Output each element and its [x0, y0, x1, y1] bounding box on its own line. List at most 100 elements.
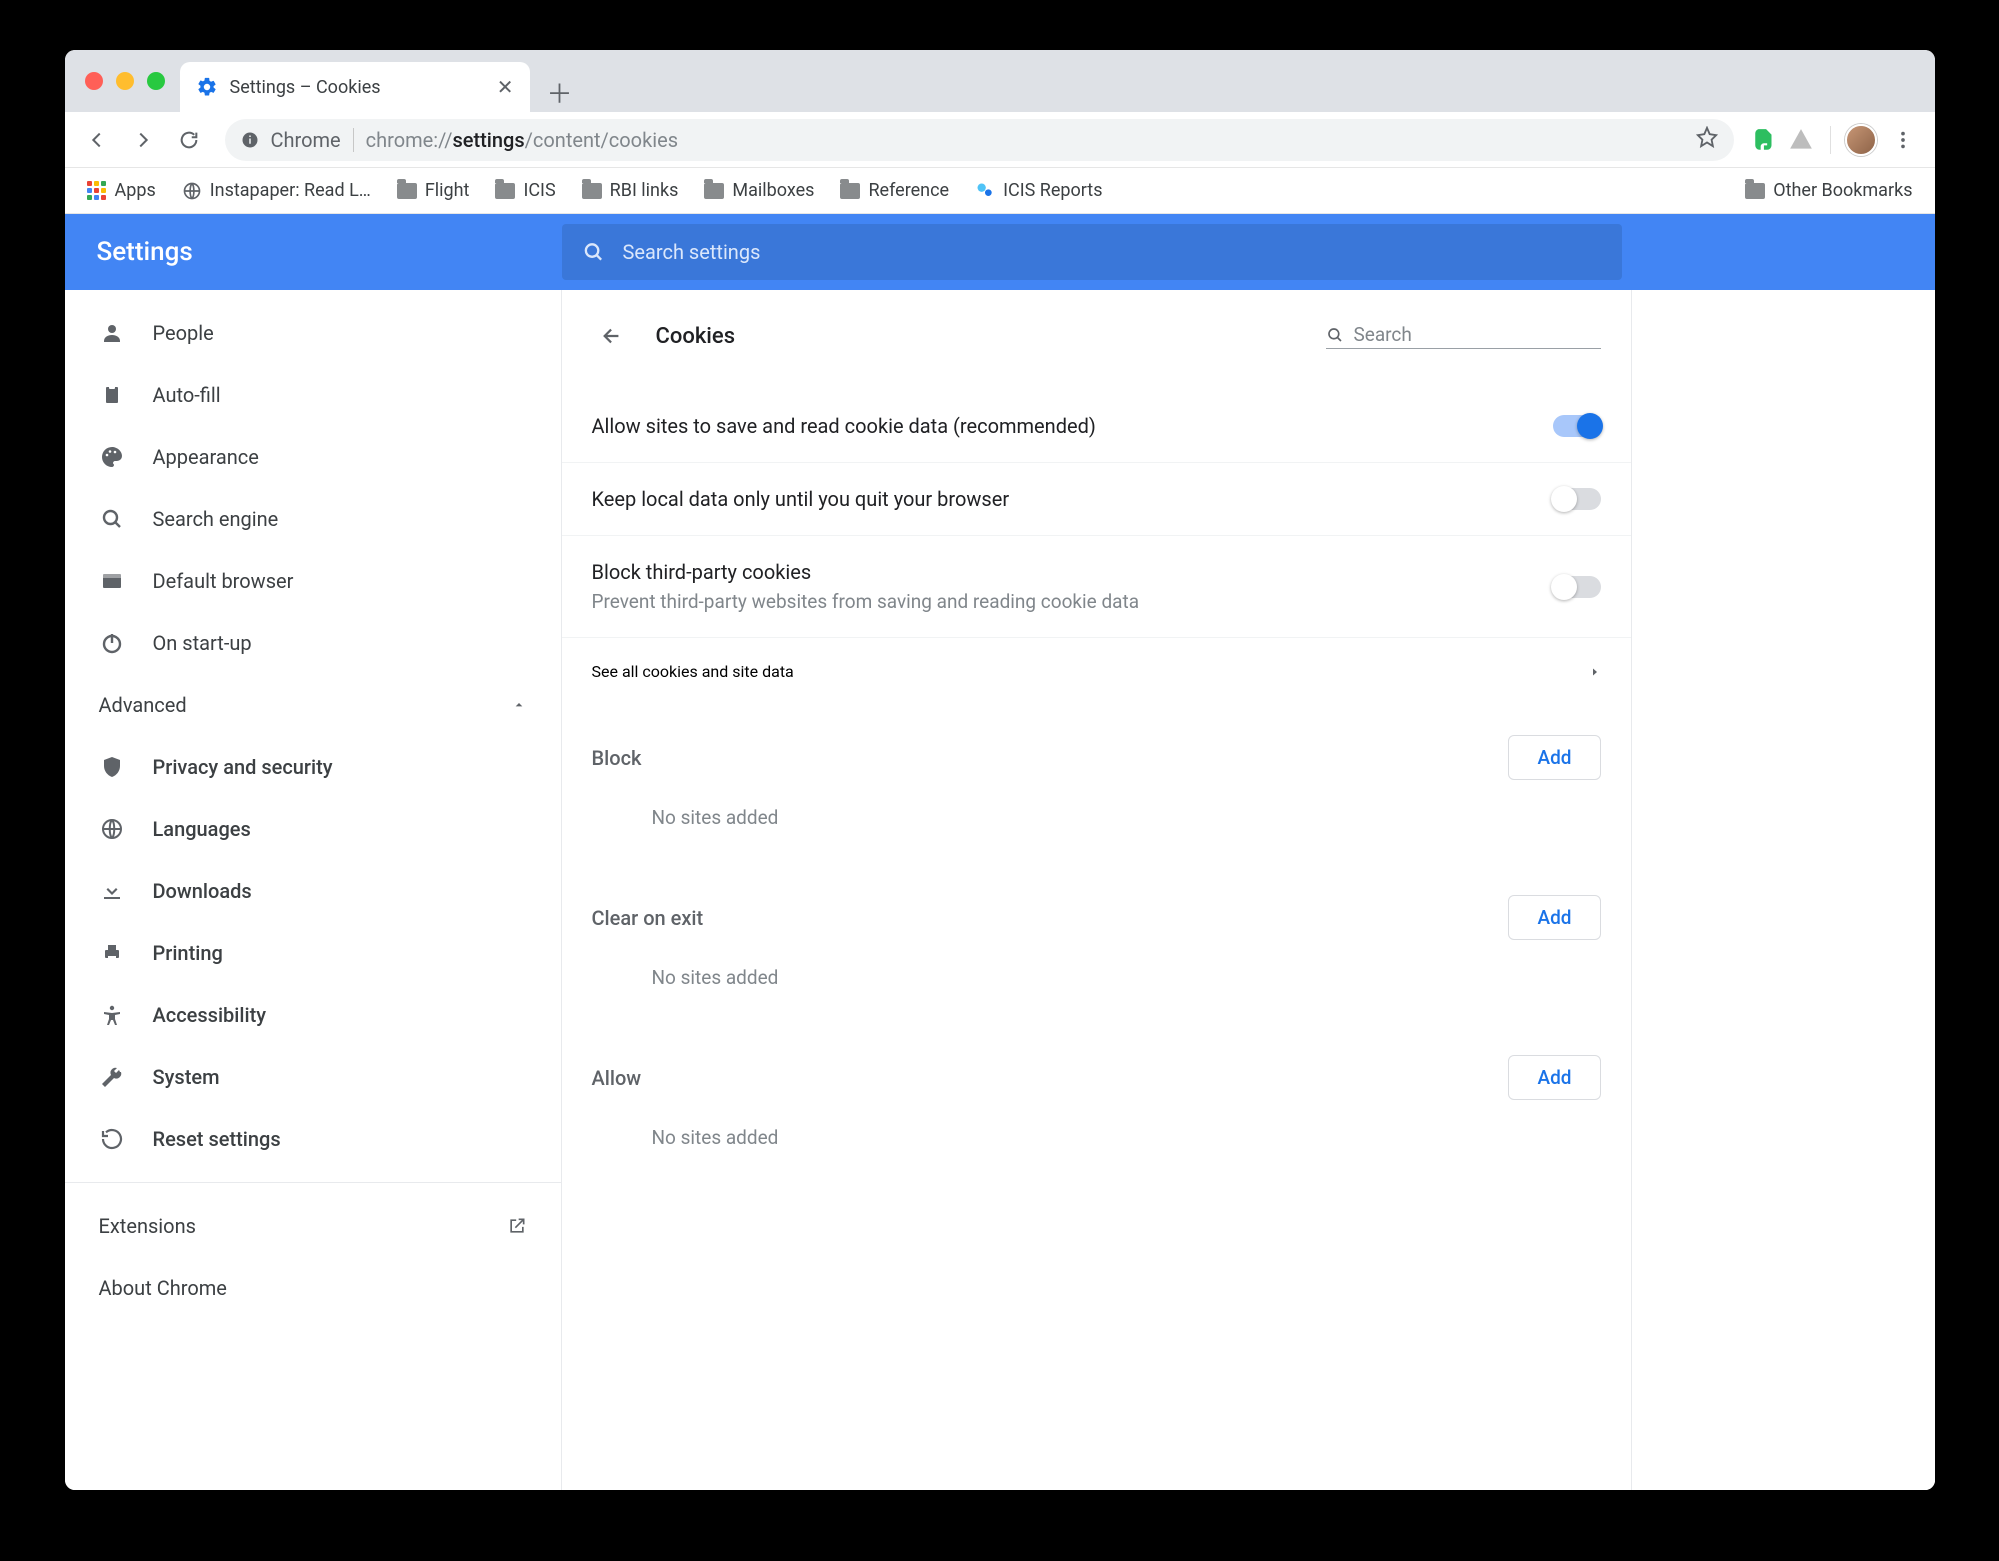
sidebar-extensions[interactable]: Extensions [65, 1195, 561, 1257]
drive-extension-icon[interactable] [1786, 125, 1816, 155]
reload-button[interactable] [169, 120, 209, 160]
sidebar-item-default-browser[interactable]: Default browser [65, 550, 561, 612]
accessibility-icon [99, 1003, 125, 1027]
folder-icon [495, 183, 515, 199]
content-header: Cookies [562, 290, 1631, 374]
printer-icon [99, 941, 125, 965]
folder-icon [582, 183, 602, 199]
sidebar-advanced-toggle[interactable]: Advanced [65, 674, 561, 736]
close-window-button[interactable] [85, 72, 103, 90]
download-icon [99, 879, 125, 903]
fullscreen-window-button[interactable] [147, 72, 165, 90]
sidebar-item-autofill[interactable]: Auto-fill [65, 364, 561, 426]
add-block-button[interactable]: Add [1508, 735, 1600, 780]
bookmark-label: ICIS Reports [1003, 180, 1102, 201]
sidebar-item-label: Auto-fill [153, 383, 221, 407]
tab-title: Settings – Cookies [230, 77, 381, 98]
row-label: Keep local data only until you quit your… [592, 487, 1010, 511]
sidebar-item-label: Extensions [99, 1214, 196, 1238]
sidebar-about-chrome[interactable]: About Chrome [65, 1257, 561, 1319]
sidebar-item-appearance[interactable]: Appearance [65, 426, 561, 488]
close-tab-icon[interactable]: ✕ [497, 75, 514, 99]
settings-title: Settings [97, 237, 562, 267]
toggle-keep-local[interactable] [1553, 488, 1601, 510]
evernote-extension-icon[interactable] [1750, 125, 1780, 155]
settings-search[interactable] [562, 224, 1622, 280]
toggle-block-third-party[interactable] [1553, 576, 1601, 598]
settings-search-input[interactable] [623, 240, 1602, 264]
other-bookmarks[interactable]: Other Bookmarks [1737, 174, 1920, 207]
sidebar-item-languages[interactable]: Languages [65, 798, 561, 860]
bookmark-label: RBI links [610, 180, 679, 201]
cookies-search[interactable] [1326, 323, 1601, 349]
sidebar-item-on-startup[interactable]: On start-up [65, 612, 561, 674]
sidebar-item-label: Default browser [153, 569, 294, 593]
sidebar-item-privacy[interactable]: Privacy and security [65, 736, 561, 798]
apps-shortcut[interactable]: Apps [79, 174, 164, 207]
sidebar-advanced-label: Advanced [99, 693, 187, 717]
bookmark-label: Other Bookmarks [1773, 180, 1912, 201]
sidebar-item-downloads[interactable]: Downloads [65, 860, 561, 922]
bookmark-mailboxes[interactable]: Mailboxes [696, 174, 822, 207]
add-allow-button[interactable]: Add [1508, 1055, 1600, 1100]
bookmark-icis[interactable]: ICIS [487, 174, 563, 207]
cookies-search-input[interactable] [1353, 323, 1600, 346]
chrome-menu-button[interactable] [1883, 120, 1923, 160]
sidebar-item-system[interactable]: System [65, 1046, 561, 1108]
row-keep-local: Keep local data only until you quit your… [562, 462, 1631, 535]
back-arrow-button[interactable] [592, 316, 632, 356]
sidebar-item-label: Printing [153, 941, 223, 965]
settings-header: Settings [65, 214, 1935, 290]
bookmark-reference[interactable]: Reference [832, 174, 957, 207]
profile-avatar[interactable] [1845, 124, 1877, 156]
sidebar-item-reset[interactable]: Reset settings [65, 1108, 561, 1170]
back-button[interactable] [77, 120, 117, 160]
toolbar-separator [1830, 126, 1831, 154]
omnibox-separator [353, 128, 354, 152]
page-title: Cookies [656, 324, 736, 349]
apps-label: Apps [115, 180, 156, 201]
toggle-allow-cookies[interactable] [1553, 415, 1601, 437]
sidebar-item-label: Languages [153, 817, 251, 841]
bookmark-instapaper[interactable]: Instapaper: Read L… [174, 174, 379, 207]
folder-icon [1745, 183, 1765, 199]
bookmark-rbi-links[interactable]: RBI links [574, 174, 687, 207]
sidebar-item-accessibility[interactable]: Accessibility [65, 984, 561, 1046]
empty-state: No sites added [592, 780, 1601, 865]
browser-icon [99, 569, 125, 593]
clipboard-icon [99, 383, 125, 407]
bookmark-icis-reports[interactable]: ICIS Reports [967, 174, 1110, 207]
sidebar-item-label: About Chrome [99, 1276, 227, 1300]
omnibox[interactable]: Chrome chrome://settings/content/cookies [225, 119, 1734, 161]
sidebar-item-search-engine[interactable]: Search engine [65, 488, 561, 550]
section-label: Block [592, 746, 642, 770]
sidebar-item-people[interactable]: People [65, 302, 561, 364]
search-icon [99, 507, 125, 531]
chevron-up-icon [511, 697, 527, 713]
minimize-window-button[interactable] [116, 72, 134, 90]
forward-button[interactable] [123, 120, 163, 160]
row-allow-cookies: Allow sites to save and read cookie data… [562, 374, 1631, 462]
row-see-all-cookies[interactable]: See all cookies and site data [562, 637, 1631, 705]
power-icon [99, 631, 125, 655]
section-clear-on-exit: Clear on exit Add No sites added [562, 865, 1631, 1025]
folder-icon [397, 183, 417, 199]
tab-settings-cookies[interactable]: Settings – Cookies ✕ [180, 62, 530, 112]
settings-sidebar: People Auto-fill Appearance Search engin… [65, 290, 562, 1490]
add-clear-button[interactable]: Add [1508, 895, 1600, 940]
omnibox-url: chrome://settings/content/cookies [366, 128, 678, 152]
settings-body: People Auto-fill Appearance Search engin… [65, 290, 1935, 1490]
shield-icon [99, 755, 125, 779]
sidebar-item-label: Accessibility [153, 1003, 267, 1027]
cookies-settings-panel: Cookies Allow sites to save and read coo… [562, 290, 1632, 1490]
sidebar-item-label: Privacy and security [153, 755, 333, 779]
new-tab-button[interactable]: ＋ [540, 72, 580, 112]
site-info-icon[interactable] [241, 131, 259, 149]
browser-window: Settings – Cookies ✕ ＋ Chrome chrome://s… [65, 50, 1935, 1490]
person-icon [99, 321, 125, 345]
omnibox-chip: Chrome [271, 128, 341, 152]
empty-state: No sites added [592, 940, 1601, 1025]
sidebar-item-printing[interactable]: Printing [65, 922, 561, 984]
bookmark-star-icon[interactable] [1696, 126, 1718, 153]
bookmark-flight[interactable]: Flight [389, 174, 478, 207]
